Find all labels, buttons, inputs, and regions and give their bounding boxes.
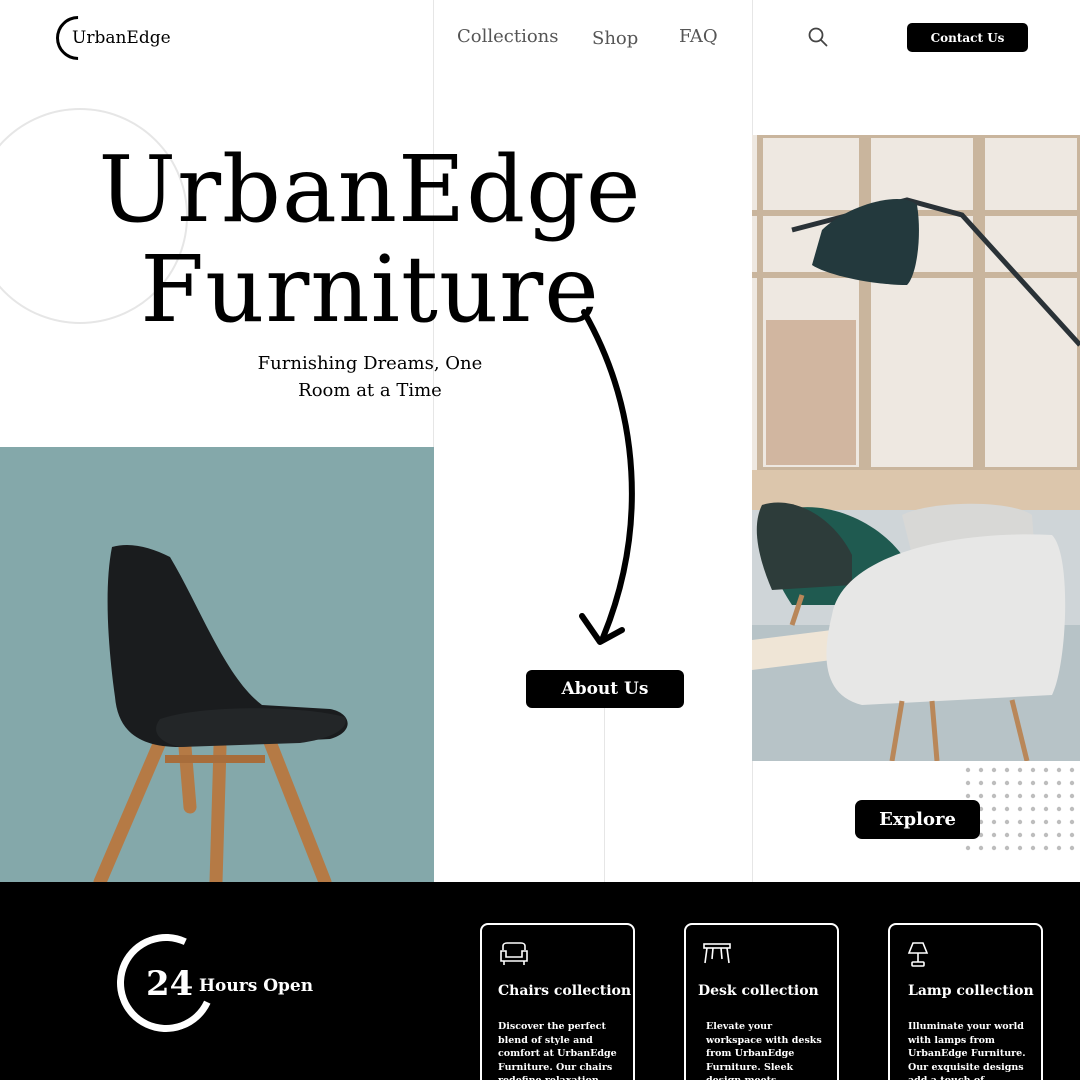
lamp-icon (907, 942, 929, 967)
search-icon[interactable] (808, 27, 828, 47)
logo-text: UrbanEdge (72, 28, 171, 48)
about-us-button[interactable]: About Us (526, 670, 684, 708)
curved-arrow-icon (579, 309, 635, 645)
card-lamps[interactable]: Lamp collection Illuminate your world wi… (888, 923, 1043, 1080)
showroom-illustration (752, 135, 1080, 761)
nav-faq[interactable]: FAQ (679, 26, 718, 47)
contact-us-button[interactable]: Contact Us (907, 23, 1028, 52)
card-description: Illuminate your world with lamps from Ur… (908, 1021, 1026, 1080)
desk-icon (703, 943, 731, 964)
showroom-image (752, 135, 1080, 761)
card-desks[interactable]: Desk collection Elevate your workspace w… (684, 923, 839, 1080)
card-title: Lamp collection (908, 983, 1034, 999)
hero-subtitle: Furnishing Dreams, One Room at a Time (240, 350, 500, 404)
divider-line (604, 708, 605, 882)
hero-title: UrbanEdge Furniture (90, 140, 650, 340)
card-title: Chairs collection (498, 983, 632, 999)
logo[interactable]: UrbanEdge (46, 6, 171, 70)
hero-subtitle-line1: Furnishing Dreams, One (257, 353, 483, 374)
chair-image (0, 447, 434, 882)
hours-number: 24 (146, 964, 194, 1004)
hero-title-line2: Furniture (140, 236, 600, 343)
card-title: Desk collection (698, 983, 819, 999)
hero-title-line1: UrbanEdge (98, 136, 642, 243)
explore-button[interactable]: Explore (855, 800, 980, 839)
hours-label: Hours Open (199, 976, 314, 996)
nav-collections[interactable]: Collections (457, 26, 559, 47)
sofa-icon (500, 942, 528, 965)
card-description: Elevate your workspace with desks from U… (706, 1021, 822, 1080)
nav-shop[interactable]: Shop (592, 28, 638, 49)
hero-subtitle-line2: Room at a Time (298, 380, 442, 401)
card-chairs[interactable]: Chairs collection Discover the perfect b… (480, 923, 635, 1080)
collections-band: 24 Hours Open Chairs collection Discover… (0, 882, 1080, 1080)
dot-pattern (964, 766, 1080, 856)
card-description: Discover the perfect blend of style and … (498, 1021, 617, 1080)
chair-illustration (93, 545, 348, 882)
